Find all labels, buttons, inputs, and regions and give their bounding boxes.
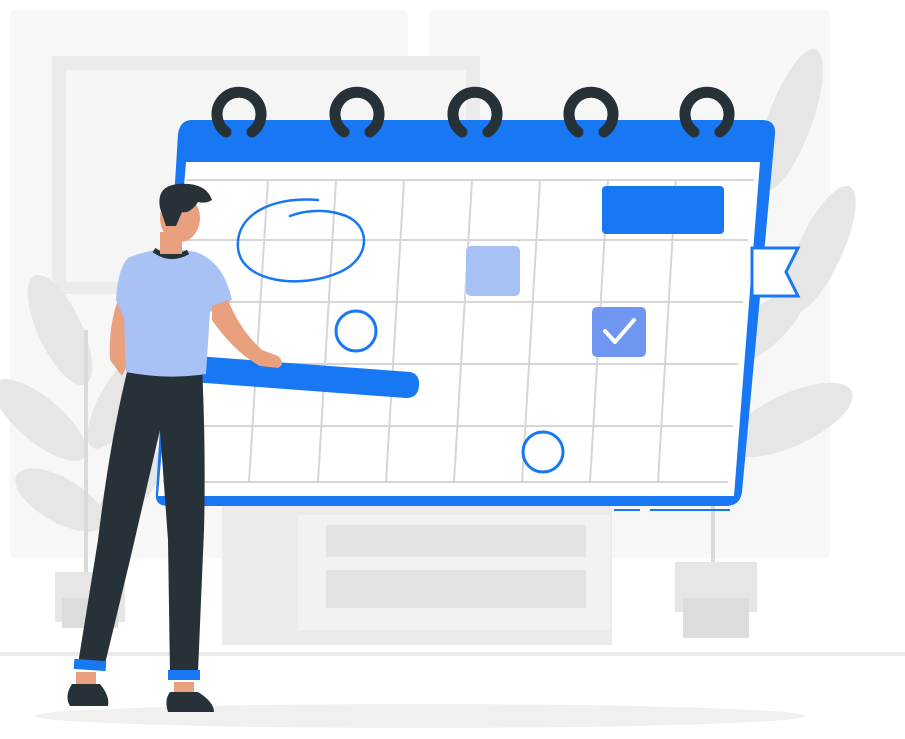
calendar-event-block [602, 186, 724, 234]
person-shoe-left [67, 684, 109, 706]
person-shoe-right [166, 692, 214, 712]
background-cabinet [222, 505, 612, 645]
calendar-marked-day [466, 246, 520, 296]
calendar-board [155, 86, 801, 511]
floor-shadow [35, 704, 805, 728]
illustration-scene [0, 0, 905, 739]
floor-line [0, 652, 905, 656]
calendar-checked-day [592, 307, 646, 357]
person-ankle-left [76, 672, 96, 686]
person-pant-cuff-right [168, 670, 200, 680]
calendar-illustration [0, 10, 905, 728]
